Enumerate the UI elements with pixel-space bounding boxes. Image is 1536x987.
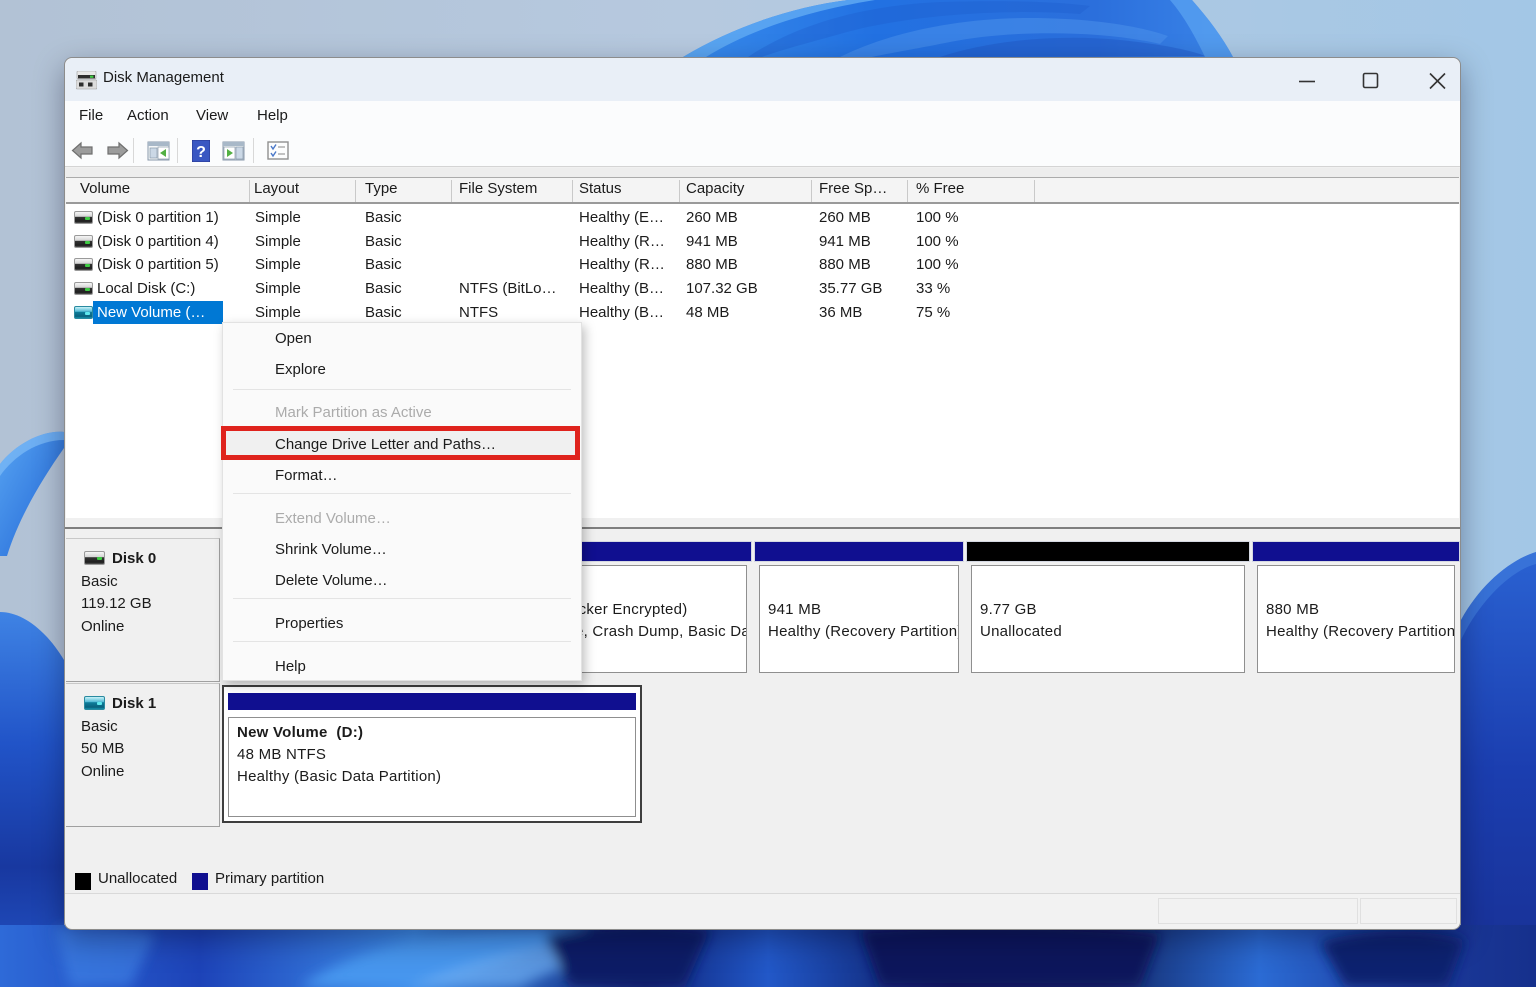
svg-text:?: ? [196,144,206,161]
